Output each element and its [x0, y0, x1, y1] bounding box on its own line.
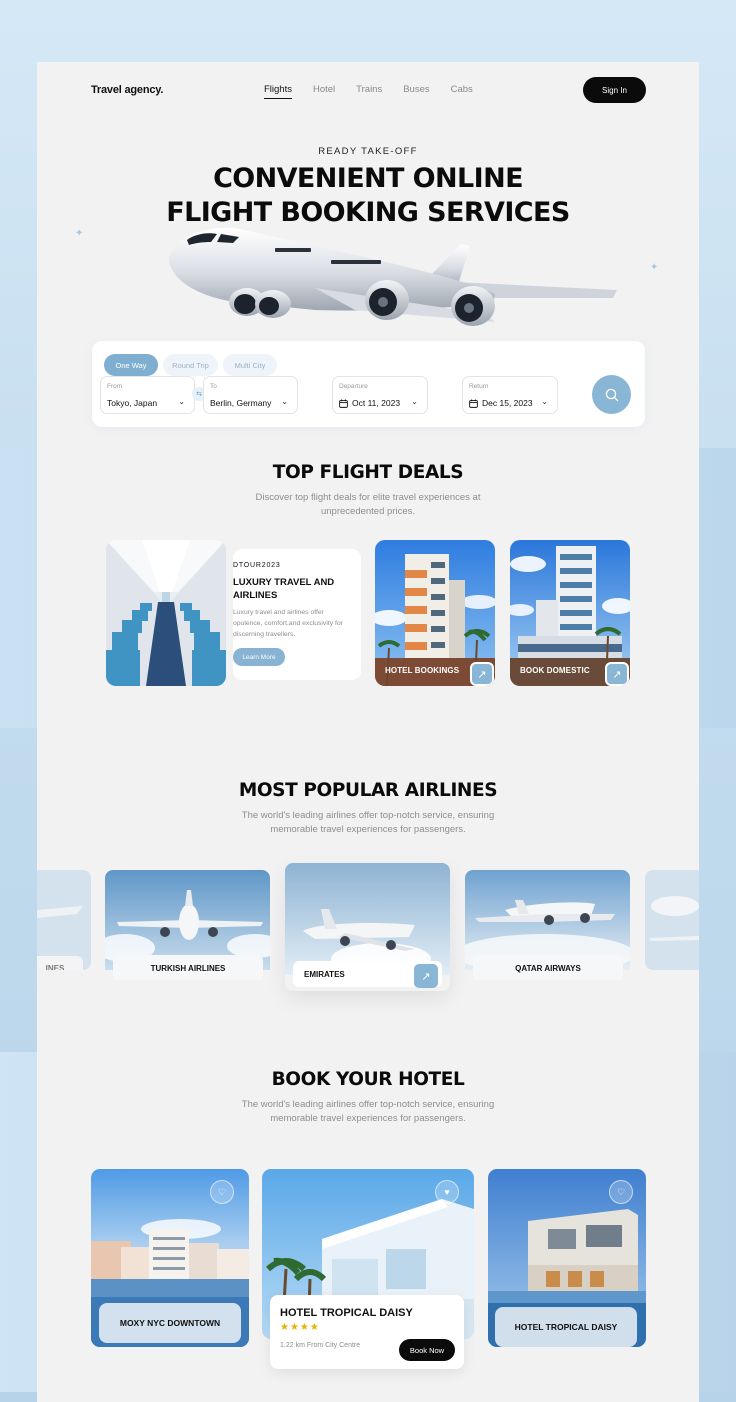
- airline-card-emirates[interactable]: EMIRATES ↗: [285, 863, 450, 991]
- nav-buses[interactable]: Buses: [403, 84, 429, 99]
- sparkle-icon: ✦: [650, 262, 659, 273]
- to-field[interactable]: To Berlin, Germany ⌄: [203, 376, 298, 414]
- book-domestic-label: BOOK DOMESTIC: [520, 666, 590, 675]
- airlines-description: The world's leading airlines offer top-n…: [241, 810, 495, 835]
- luxury-deal-card: DTOUR2023 LUXURY TRAVEL AND AIRLINES Lux…: [233, 549, 361, 680]
- hotel-card-tropical-daisy[interactable]: ♡ HOTEL TROPICAL DAISY: [488, 1169, 646, 1347]
- sparkle-icon: ✦: [75, 228, 84, 239]
- hotel-bookings-label: HOTEL BOOKINGS: [385, 666, 460, 675]
- learn-more-button[interactable]: Learn More: [233, 648, 285, 666]
- heart-icon[interactable]: ♡: [609, 1180, 633, 1204]
- return-field[interactable]: Return Dec 15, 2023 ⌄: [462, 376, 558, 414]
- airline-card-qatar[interactable]: QATAR AIRWAYS: [465, 870, 630, 980]
- book-now-button[interactable]: Book Now: [399, 1339, 455, 1361]
- airline-card-partial[interactable]: INES: [37, 870, 91, 970]
- calendar-icon: [339, 398, 348, 408]
- tab-one-way[interactable]: One Way: [104, 354, 158, 376]
- page: Travel agency. Flights Hotel Trains Buse…: [37, 62, 699, 1402]
- hero-kicker: READY TAKE-OFF: [318, 146, 418, 157]
- nav-flights[interactable]: Flights: [264, 84, 292, 99]
- hotels-description: The world's leading airlines offer top-n…: [241, 1099, 495, 1124]
- hero-airplane-image: [169, 227, 617, 326]
- emirates-airplane-image: [285, 863, 450, 975]
- flight-search-panel: One Way Round Trip Multi City From Tokyo…: [92, 341, 645, 427]
- brand-logo[interactable]: Travel agency.: [91, 84, 163, 96]
- hotel-bookings-tile[interactable]: HOTEL BOOKINGS ↗: [375, 540, 495, 686]
- return-value: Dec 15, 2023: [482, 398, 533, 408]
- airline-card-partial-right[interactable]: [645, 870, 699, 970]
- featured-hotel-name: HOTEL TROPICAL DAISY: [280, 1307, 413, 1319]
- heart-icon[interactable]: ♡: [210, 1180, 234, 1204]
- departure-label: Departure: [339, 383, 368, 390]
- arrow-up-right-icon[interactable]: ↗: [605, 662, 629, 686]
- deals-title: TOP FLIGHT DEALS: [272, 462, 464, 483]
- main-nav: Flights Hotel Trains Buses Cabs: [264, 84, 473, 99]
- from-field[interactable]: From Tokyo, Japan ⌄: [100, 376, 195, 414]
- airplane-cabin-image[interactable]: [106, 540, 226, 686]
- to-label: To: [210, 383, 217, 390]
- featured-hotel-distance: 1.22 km From City Centre: [280, 1342, 361, 1349]
- chevron-down-icon: ⌄: [178, 397, 185, 406]
- tab-round-trip[interactable]: Round Trip: [163, 354, 218, 376]
- heart-icon[interactable]: ♥: [435, 1180, 459, 1204]
- departure-value: Oct 11, 2023: [352, 398, 401, 408]
- search-icon: [605, 388, 618, 401]
- to-value: Berlin, Germany: [210, 398, 272, 408]
- chevron-down-icon: ⌄: [411, 397, 418, 406]
- chevron-down-icon: ⌄: [281, 397, 288, 406]
- arrow-up-right-icon[interactable]: ↗: [470, 662, 494, 686]
- hotels-title: BOOK YOUR HOTEL: [271, 1069, 465, 1090]
- search-button[interactable]: [592, 375, 631, 414]
- airline-card-turkish[interactable]: TURKISH AIRLINES: [105, 870, 270, 980]
- moxy-hotel-label: MOXY NYC DOWNTOWN: [99, 1303, 241, 1343]
- nav-hotel[interactable]: Hotel: [313, 84, 335, 99]
- deal-description: Luxury travel and airlines offer opulenc…: [233, 609, 343, 638]
- calendar-icon: [469, 398, 478, 408]
- deal-code: DTOUR2023: [233, 562, 281, 569]
- from-label: From: [107, 383, 123, 390]
- tropical-daisy-label: HOTEL TROPICAL DAISY: [495, 1307, 637, 1347]
- airline-image: [37, 870, 91, 970]
- airline-image: [645, 870, 699, 970]
- hotel-card-moxy[interactable]: ♡ MOXY NYC DOWNTOWN: [91, 1169, 249, 1347]
- departure-field[interactable]: Departure Oct 11, 2023 ⌄: [332, 376, 428, 414]
- tab-multi-city[interactable]: Multi City: [223, 354, 277, 376]
- sign-in-button[interactable]: Sign In: [583, 77, 646, 103]
- turkish-airlines-label: TURKISH AIRLINES: [113, 955, 263, 980]
- qatar-airways-label: QATAR AIRWAYS: [473, 955, 623, 980]
- nav-trains[interactable]: Trains: [356, 84, 382, 99]
- book-domestic-tile[interactable]: BOOK DOMESTIC ↗: [510, 540, 630, 686]
- from-value: Tokyo, Japan: [107, 398, 158, 408]
- airlines-title: MOST POPULAR AIRLINES: [238, 780, 498, 801]
- chevron-down-icon: ⌄: [541, 397, 548, 406]
- arrow-up-right-icon[interactable]: ↗: [414, 964, 438, 988]
- nav-cabs[interactable]: Cabs: [451, 84, 473, 99]
- deal-title: LUXURY TRAVEL AND AIRLINES: [233, 577, 335, 601]
- star-rating-icon: ★★★★: [280, 1322, 320, 1333]
- return-label: Return: [469, 383, 489, 390]
- airline-label-partial: INES: [37, 956, 83, 970]
- deals-description: Discover top flight deals for elite trav…: [255, 492, 481, 517]
- featured-hotel-card: HOTEL TROPICAL DAISY ★★★★ 1.22 km From C…: [270, 1295, 464, 1369]
- hero-title-line1: CONVENIENT ONLINE: [213, 163, 523, 194]
